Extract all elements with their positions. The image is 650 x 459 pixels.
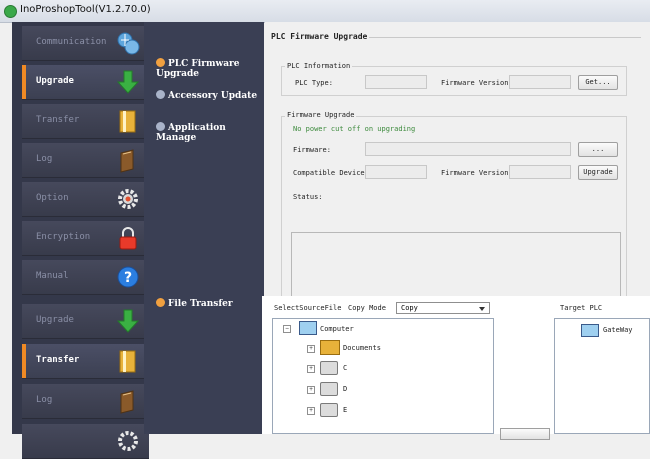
firmware-path-field[interactable] bbox=[365, 142, 571, 156]
get-button[interactable]: Get... bbox=[578, 75, 618, 90]
nav-item-label: Manual bbox=[36, 271, 69, 281]
nav-sidebar-bottom: Upgrade Transfer Log bbox=[12, 296, 149, 459]
nav-item-label: Log bbox=[36, 395, 53, 405]
window-title: InoProshopTool(V1.2.70.0) bbox=[20, 4, 151, 15]
gear-icon bbox=[115, 428, 141, 454]
target-plc-label: Target PLC bbox=[560, 304, 603, 312]
chevron-down-icon bbox=[479, 307, 485, 311]
plc-firmware-version-field[interactable] bbox=[509, 75, 571, 89]
radio-label: Accessory Update bbox=[168, 91, 258, 101]
plc-firmware-version-label: Firmware Version: bbox=[441, 79, 513, 87]
nav-item-label: Log bbox=[36, 154, 53, 164]
panel-title-divider bbox=[369, 37, 641, 38]
panel-title: PLC Firmware Upgrade bbox=[271, 32, 368, 41]
radio-label: PLC Firmware Upgrade bbox=[156, 59, 240, 79]
svg-text:?: ? bbox=[124, 270, 132, 286]
radio-dot-icon bbox=[156, 298, 165, 307]
nav-item-label: Upgrade bbox=[36, 76, 74, 86]
folder-icon bbox=[320, 340, 340, 355]
firmware-upgrade-legend: Firmware Upgrade bbox=[285, 111, 357, 119]
download-arrow-icon bbox=[115, 308, 141, 334]
nav-item-label: Encryption bbox=[36, 232, 91, 242]
radio-label: Application Manage bbox=[156, 123, 226, 143]
drive-icon bbox=[320, 403, 338, 417]
drive-icon bbox=[320, 382, 338, 396]
radio-dot-icon bbox=[156, 90, 165, 99]
drive-icon bbox=[320, 361, 338, 375]
transfer-button[interactable] bbox=[500, 428, 550, 440]
title-bar: InoProshopTool(V1.2.70.0) bbox=[0, 0, 650, 23]
power-warning-text: No power cut off on upgrading bbox=[293, 125, 416, 133]
nav-item-label: Upgrade bbox=[36, 315, 74, 325]
radio-dot-icon bbox=[156, 58, 165, 67]
firmware-upgrade-panel: PLC Firmware Upgrade PLC Information PLC… bbox=[265, 22, 650, 318]
notebook-icon bbox=[115, 147, 141, 173]
monitor-icon bbox=[581, 324, 599, 337]
nav-item-manual[interactable]: Manual ? bbox=[22, 260, 149, 295]
nav-item-label: Option bbox=[36, 193, 69, 203]
expand-toggle-icon[interactable]: + bbox=[307, 407, 315, 415]
radio-plc-firmware-upgrade[interactable]: PLC Firmware Upgrade bbox=[156, 58, 264, 79]
nav-item-encryption[interactable]: Encryption bbox=[22, 221, 149, 256]
compatible-device-field[interactable] bbox=[365, 165, 427, 179]
copy-mode-label: Copy Mode bbox=[348, 304, 386, 312]
copy-mode-value: Copy bbox=[401, 304, 418, 312]
computer-icon bbox=[299, 321, 317, 335]
radio-application-manage[interactable]: Application Manage bbox=[156, 122, 264, 143]
expand-toggle-icon[interactable]: + bbox=[307, 365, 315, 373]
nav-item-option[interactable]: Option bbox=[22, 182, 149, 217]
tree-item-drive-d[interactable]: D bbox=[343, 385, 347, 393]
app-icon bbox=[4, 5, 17, 18]
book-icon bbox=[115, 348, 141, 374]
tree-item-gateway[interactable]: GateWay bbox=[603, 326, 633, 334]
nav-item-upgrade[interactable]: Upgrade bbox=[22, 65, 149, 100]
nav-item-label: Transfer bbox=[36, 355, 80, 365]
radio-label: File Transfer bbox=[168, 299, 233, 309]
upgrade-firmware-version-label: Firmware Version: bbox=[441, 169, 513, 177]
radio-file-transfer[interactable]: File Transfer bbox=[156, 298, 233, 309]
nav-item-label: Communication bbox=[36, 37, 107, 47]
source-file-tree: − Computer + Documents + C + D + E bbox=[272, 318, 494, 434]
nav-item-label: Transfer bbox=[36, 115, 80, 125]
browse-button[interactable]: ... bbox=[578, 142, 618, 157]
plc-info-legend: PLC Information bbox=[285, 62, 353, 70]
collapse-toggle-icon[interactable]: − bbox=[283, 325, 291, 333]
globe-icon bbox=[115, 30, 141, 56]
nav-item-communication[interactable]: Communication bbox=[22, 26, 149, 61]
nav-item-transfer[interactable]: Transfer bbox=[22, 104, 149, 139]
notebook-icon bbox=[115, 388, 141, 414]
upgrade-button[interactable]: Upgrade bbox=[578, 165, 618, 180]
upgrade-firmware-version-field[interactable] bbox=[509, 165, 571, 179]
tree-item-documents[interactable]: Documents bbox=[343, 344, 381, 352]
nav-sidebar-top: Communication Upgrade Transfer Log Optio… bbox=[12, 22, 149, 322]
nav-item-option[interactable] bbox=[22, 424, 149, 459]
expand-toggle-icon[interactable]: + bbox=[307, 345, 315, 353]
expand-toggle-icon[interactable]: + bbox=[307, 386, 315, 394]
help-icon: ? bbox=[115, 264, 141, 290]
lock-icon bbox=[115, 225, 141, 251]
tree-item-drive-c[interactable]: C bbox=[343, 364, 347, 372]
options-column: PLC Firmware Upgrade Accessory Update Ap… bbox=[144, 22, 264, 434]
firmware-label: Firmware: bbox=[293, 146, 331, 154]
target-plc-tree: GateWay bbox=[554, 318, 650, 434]
nav-item-log[interactable]: Log bbox=[22, 143, 149, 178]
tree-item-drive-e[interactable]: E bbox=[343, 406, 347, 414]
file-transfer-panel: SelectSourceFile Copy Mode Copy Target P… bbox=[262, 296, 650, 440]
book-icon bbox=[115, 108, 141, 134]
download-arrow-icon bbox=[115, 69, 141, 95]
tree-item-computer[interactable]: Computer bbox=[320, 325, 354, 333]
radio-dot-icon bbox=[156, 122, 165, 131]
gear-icon bbox=[115, 186, 141, 212]
nav-item-upgrade[interactable]: Upgrade bbox=[22, 304, 149, 339]
copy-mode-select[interactable]: Copy bbox=[396, 302, 490, 314]
select-source-file-label: SelectSourceFile bbox=[274, 304, 342, 312]
plc-type-label: PLC Type: bbox=[295, 79, 333, 87]
nav-item-transfer[interactable]: Transfer bbox=[22, 344, 149, 379]
nav-item-log[interactable]: Log bbox=[22, 384, 149, 419]
compatible-device-label: Compatible Device: bbox=[293, 169, 369, 177]
plc-type-field[interactable] bbox=[365, 75, 427, 89]
radio-accessory-update[interactable]: Accessory Update bbox=[156, 90, 257, 101]
status-label: Status: bbox=[293, 193, 323, 201]
